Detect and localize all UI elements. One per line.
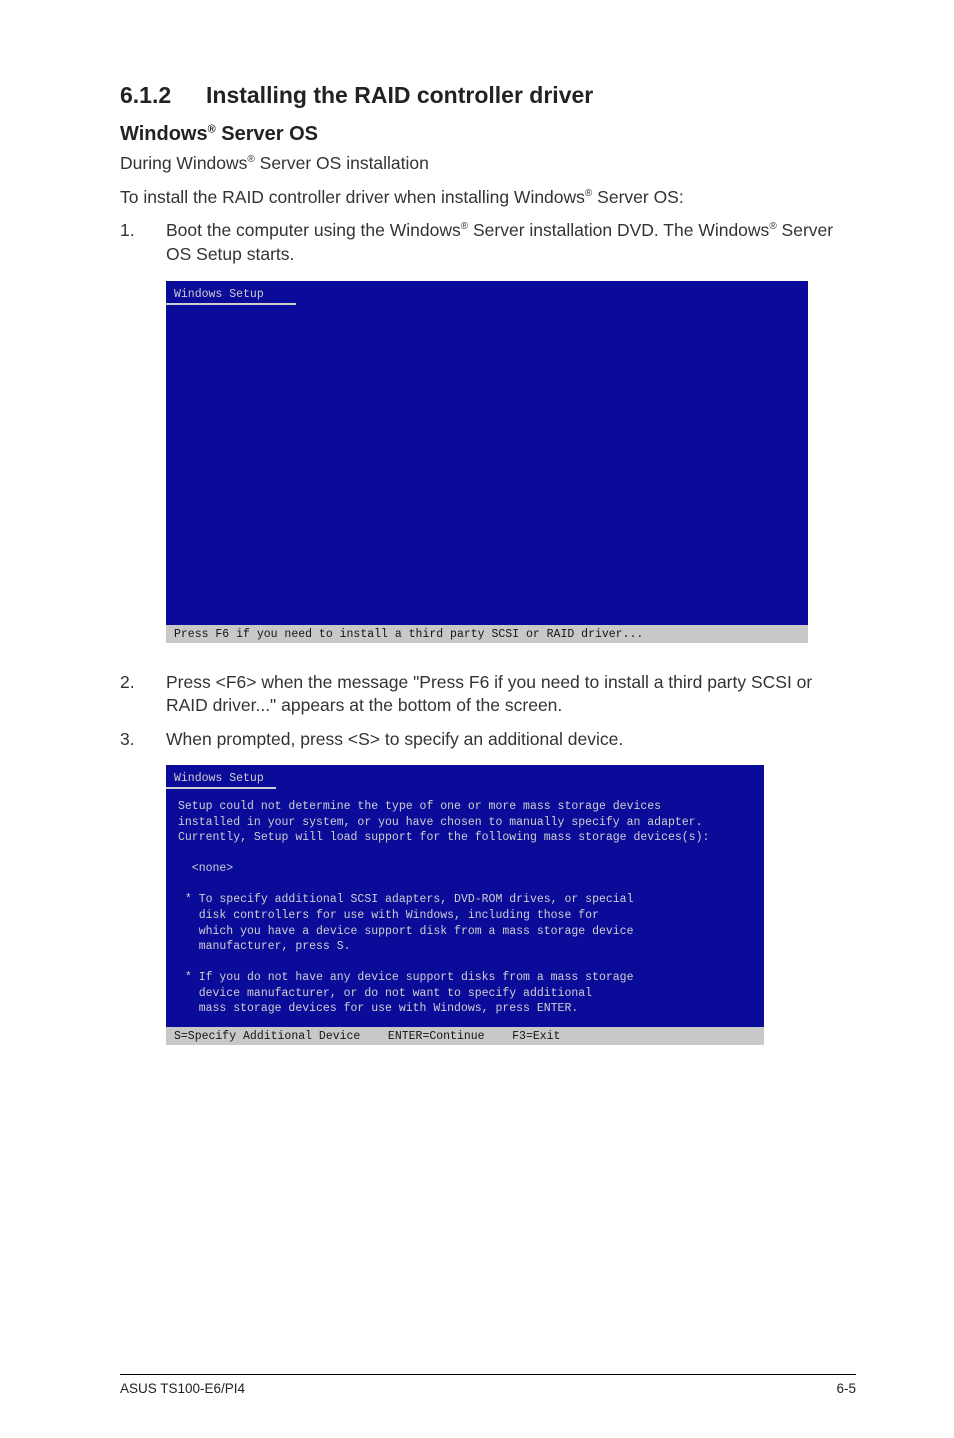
step-3-text: When prompted, press <S> to specify an a… bbox=[166, 728, 856, 752]
step1-sup2: ® bbox=[769, 221, 776, 232]
step-2-text: Press <F6> when the message "Press F6 if… bbox=[166, 671, 856, 718]
console-2-title: Windows Setup bbox=[174, 771, 264, 787]
p1-a: During Windows bbox=[120, 153, 247, 173]
footer-right: 6-5 bbox=[836, 1381, 856, 1396]
footer-left: ASUS TS100-E6/PI4 bbox=[120, 1381, 245, 1396]
section-heading: 6.1.2Installing the RAID controller driv… bbox=[120, 82, 856, 109]
step-1: 1. Boot the computer using the Windows ® … bbox=[120, 219, 856, 266]
subheading: Windows® Server OS bbox=[120, 123, 856, 146]
console-screenshot-2: Windows Setup Setup could not determine … bbox=[166, 765, 764, 1045]
step-3-number: 3. bbox=[120, 728, 166, 752]
step-2-number: 2. bbox=[120, 671, 166, 718]
console-2-body: Setup could not determine the type of on… bbox=[178, 799, 752, 1016]
console-screenshot-1: Windows Setup Press F6 if you need to in… bbox=[166, 281, 808, 643]
console-1-title: Windows Setup bbox=[174, 287, 264, 303]
console-2-status: S=Specify Additional Device ENTER=Contin… bbox=[166, 1027, 764, 1045]
p1-b: Server OS installation bbox=[255, 153, 429, 173]
p2-b: Server OS: bbox=[592, 187, 683, 207]
p2-a: To install the RAID controller driver wh… bbox=[120, 187, 585, 207]
console-1-status: Press F6 if you need to install a third … bbox=[166, 625, 808, 643]
console-2-underline bbox=[166, 787, 276, 789]
step1-a: Boot the computer using the Windows bbox=[166, 220, 461, 240]
section-title: Installing the RAID controller driver bbox=[206, 82, 593, 108]
subheading-prefix: Windows bbox=[120, 123, 208, 145]
paragraph-1: During Windows® Server OS installation bbox=[120, 152, 856, 176]
section-number: 6.1.2 bbox=[120, 82, 206, 109]
page-footer: ASUS TS100-E6/PI4 6-5 bbox=[120, 1374, 856, 1396]
console-1-underline bbox=[166, 303, 296, 305]
paragraph-2: To install the RAID controller driver wh… bbox=[120, 186, 856, 210]
subheading-reg: ® bbox=[208, 123, 216, 135]
step-1-text: Boot the computer using the Windows ® Ser… bbox=[166, 219, 856, 266]
step-2: 2. Press <F6> when the message "Press F6… bbox=[120, 671, 856, 718]
step1-b: Server installation DVD. The Windows bbox=[468, 220, 769, 240]
p1-sup: ® bbox=[247, 154, 254, 165]
step-1-number: 1. bbox=[120, 219, 166, 266]
step-3: 3. When prompted, press <S> to specify a… bbox=[120, 728, 856, 752]
subheading-suffix: Server OS bbox=[216, 123, 318, 145]
